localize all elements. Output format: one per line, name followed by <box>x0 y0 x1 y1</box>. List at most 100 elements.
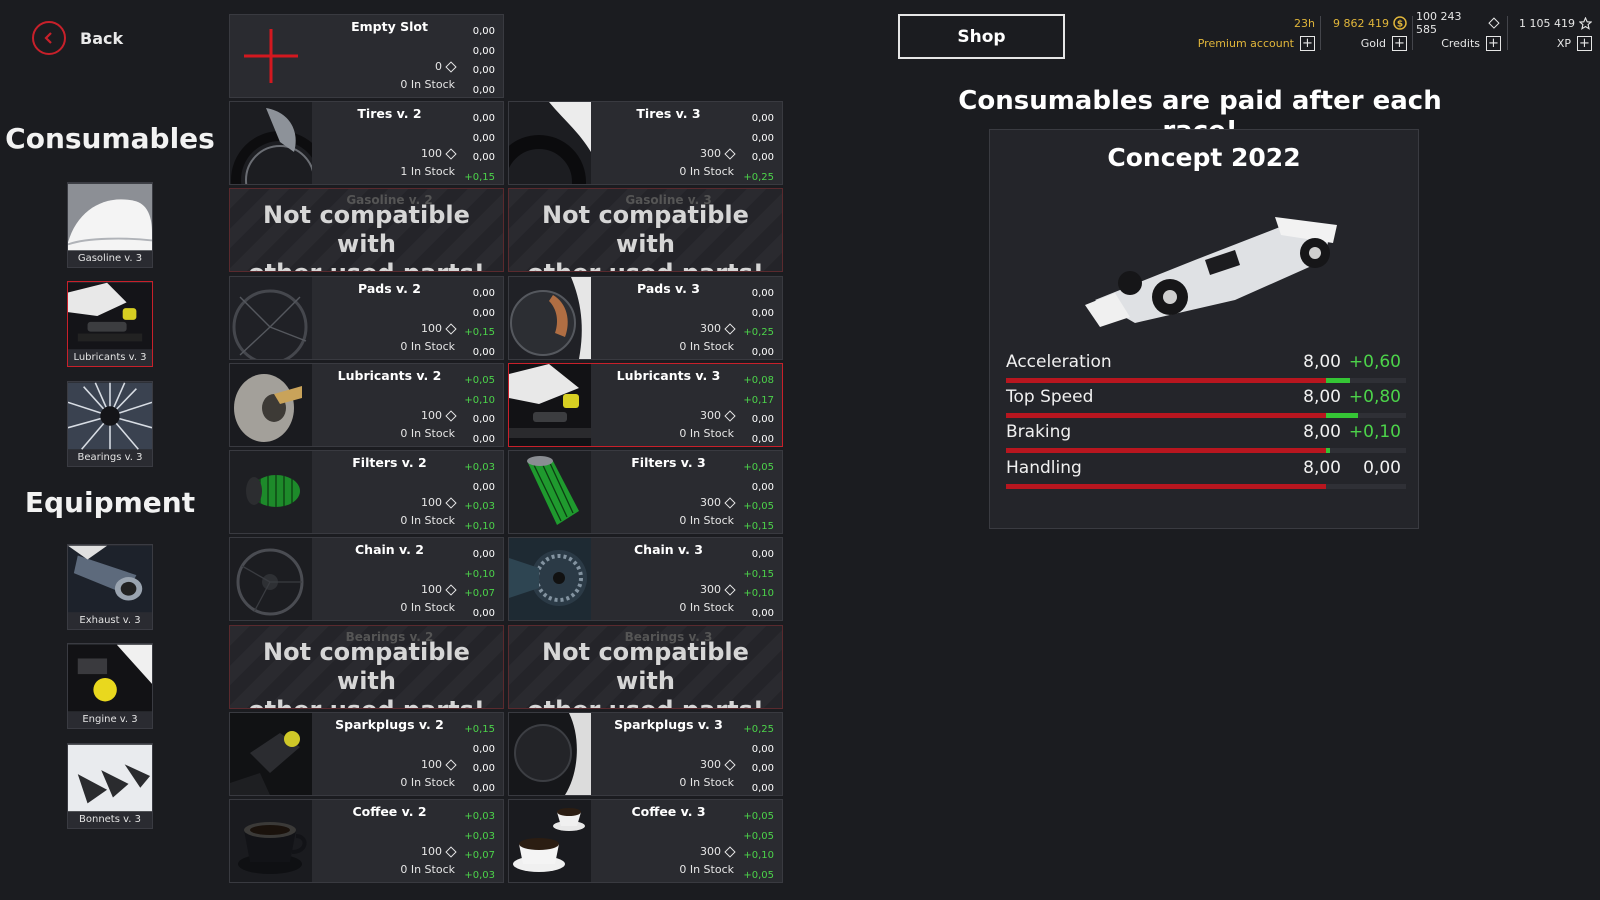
part-empty-slot[interactable]: Empty Slot 0,00 0,00 0,00 0,00 0 0 In Stoc… <box>229 14 504 98</box>
part-stock: 0 In Stock <box>400 514 455 527</box>
part-coffee-v3[interactable]: Coffee v. 3 +0,05 +0,05 +0,10 +0,05 300 0 … <box>508 799 783 883</box>
part-stats: 0,00 0,00 0,00 +0,25 <box>743 113 774 183</box>
part-lubricants-v2[interactable]: Lubricants v. 2 +0,05 +0,10 0,00 0,00 100 … <box>229 363 504 447</box>
stat-name: Acceleration <box>1006 352 1112 372</box>
part-stock: 0 In Stock <box>400 601 455 614</box>
car-panel: Concept 2022 Acceleration 8,00 +0,60 Top… <box>989 129 1419 529</box>
incompatible-message: Not compatible withother used parts! <box>248 638 485 708</box>
credits-icon <box>724 845 736 858</box>
part-stats: +0,15 0,00 0,00 0,00 <box>464 724 495 794</box>
gold-value: 9 862 419 <box>1333 16 1389 30</box>
lubricant-icon <box>509 364 591 446</box>
part-tires-v2[interactable]: Tires v. 2 0,00 0,00 0,00 +0,15 100 1 In S… <box>229 101 504 185</box>
part-stats: 0,00 +0,10 +0,07 0,00 <box>464 549 495 619</box>
back-label: Back <box>80 28 124 48</box>
part-stock: 0 In Stock <box>400 340 455 353</box>
part-price: 300 <box>700 409 736 422</box>
part-stock: 0 In Stock <box>400 863 455 876</box>
category-lubricants[interactable]: Lubricants v. 3 <box>67 281 153 367</box>
credits-icon <box>445 322 457 335</box>
category-bearings[interactable]: Bearings v. 3 <box>67 381 153 467</box>
air-filter-icon <box>230 451 312 533</box>
air-filter-icon <box>509 451 591 533</box>
stat-value: 8,00 <box>1303 387 1341 407</box>
coffee-cup-icon <box>230 800 312 882</box>
part-stock: 0 In Stock <box>400 78 455 91</box>
part-stats: +0,03 0,00 +0,03 +0,10 <box>464 462 495 532</box>
back-button[interactable]: Back <box>32 21 123 55</box>
part-name: Pads v. 3 <box>637 281 700 296</box>
category-label: Exhaust v. 3 <box>79 615 141 626</box>
stat-value: 8,00 <box>1303 422 1341 442</box>
part-name: Sparkplugs v. 3 <box>614 717 723 732</box>
shop-button[interactable]: Shop <box>898 14 1065 59</box>
stat-name: Top Speed <box>1006 387 1094 407</box>
add-premium-button[interactable]: + <box>1300 35 1315 51</box>
stat-bonus: +0,10 <box>1348 422 1401 442</box>
lubricant-icon <box>230 364 312 446</box>
category-gasoline[interactable]: Gasoline v. 3 <box>67 182 153 268</box>
premium-time: 23h <box>1294 16 1315 30</box>
gold-coin-icon: $ <box>1393 16 1407 30</box>
add-xp-button[interactable]: + <box>1577 35 1592 51</box>
category-exhaust[interactable]: Exhaust v. 3 <box>67 544 153 630</box>
part-lubricants-v3[interactable]: Lubricants v. 3 +0,08 +0,17 0,00 0,00 300 … <box>508 363 783 447</box>
part-pads-v3[interactable]: Pads v. 3 0,00 0,00 +0,25 0,00 300 0 In St… <box>508 276 783 360</box>
part-name: Lubricants v. 3 <box>616 368 721 383</box>
category-label: Bearings v. 3 <box>77 452 143 463</box>
part-name: Filters v. 3 <box>631 455 706 470</box>
xp-value: 1 105 419 <box>1519 16 1575 30</box>
xp-label: XP <box>1556 36 1571 50</box>
part-filters-v2[interactable]: Filters v. 2 +0,03 0,00 +0,03 +0,10 100 0 … <box>229 450 504 534</box>
part-stock: 0 In Stock <box>679 776 734 789</box>
part-sparkplugs-v2[interactable]: Sparkplugs v. 2 +0,15 0,00 0,00 0,00 100 0… <box>229 712 504 796</box>
part-filters-v3[interactable]: Filters v. 3 +0,05 0,00 +0,05 +0,15 300 0 … <box>508 450 783 534</box>
part-stats: +0,08 +0,17 0,00 0,00 <box>743 375 774 445</box>
stat-name: Handling <box>1006 458 1082 478</box>
race-car-image <box>1085 217 1337 327</box>
equipment-title: Equipment <box>24 486 196 519</box>
part-stats: 0,00 0,00 0,00 0,00 <box>472 26 495 96</box>
credits-icon <box>445 496 457 509</box>
category-bonnets[interactable]: Bonnets v. 3 <box>67 743 153 829</box>
stat-value: 8,00 <box>1303 458 1341 478</box>
part-price: 100 <box>421 409 457 422</box>
gold-balance: 9 862 419 $ Gold + <box>1325 14 1407 54</box>
credits-icon <box>724 758 736 771</box>
incompatible-message: Not compatible withother used parts! <box>527 638 764 708</box>
part-price: 300 <box>700 322 736 335</box>
part-coffee-v2[interactable]: Coffee v. 2 +0,03 +0,03 +0,07 +0,03 100 0 … <box>229 799 504 883</box>
stat-bar <box>1006 448 1406 453</box>
stat-bar <box>1006 484 1406 489</box>
part-pads-v2[interactable]: Pads v. 2 0,00 0,00 +0,15 0,00 100 0 In St… <box>229 276 504 360</box>
stat-bar <box>1006 413 1406 418</box>
part-stats: 0,00 0,00 +0,15 0,00 <box>464 288 495 358</box>
credits-icon <box>724 583 736 596</box>
part-name: Chain v. 3 <box>634 542 703 557</box>
part-stats: +0,05 0,00 +0,05 +0,15 <box>743 462 774 532</box>
credits-icon <box>445 409 457 422</box>
category-engine[interactable]: Engine v. 3 <box>67 643 153 729</box>
part-stock: 0 In Stock <box>679 427 734 440</box>
part-gasoline-v2-incompatible: Gasoline v. 2 Not compatible withother u… <box>229 188 504 272</box>
part-tires-v3[interactable]: Tires v. 3 0,00 0,00 0,00 +0,25 300 0 In S… <box>508 101 783 185</box>
part-stats: 0,00 +0,15 +0,10 0,00 <box>743 549 774 619</box>
add-gold-button[interactable]: + <box>1392 35 1407 51</box>
star-icon <box>1579 16 1592 30</box>
brake-pad-icon <box>509 277 591 359</box>
part-chain-v3[interactable]: Chain v. 3 0,00 +0,15 +0,10 0,00 300 0 In … <box>508 537 783 621</box>
stat-bar <box>1006 378 1406 383</box>
part-sparkplugs-v3[interactable]: Sparkplugs v. 3 +0,25 0,00 0,00 0,00 300 0… <box>508 712 783 796</box>
chain-icon <box>230 538 312 620</box>
part-name: Empty Slot <box>351 19 428 34</box>
credits-icon <box>445 583 457 596</box>
add-credits-button[interactable]: + <box>1486 35 1501 51</box>
gas-tank-icon <box>68 183 152 251</box>
credits-icon <box>724 322 736 335</box>
part-chain-v2[interactable]: Chain v. 2 0,00 +0,10 +0,07 0,00 100 0 In … <box>229 537 504 621</box>
category-label: Engine v. 3 <box>82 714 138 725</box>
part-stock: 0 In Stock <box>400 427 455 440</box>
part-price: 300 <box>700 496 736 509</box>
incompatible-message: Not compatible withother used parts! <box>527 201 764 271</box>
engine-icon <box>68 644 152 712</box>
